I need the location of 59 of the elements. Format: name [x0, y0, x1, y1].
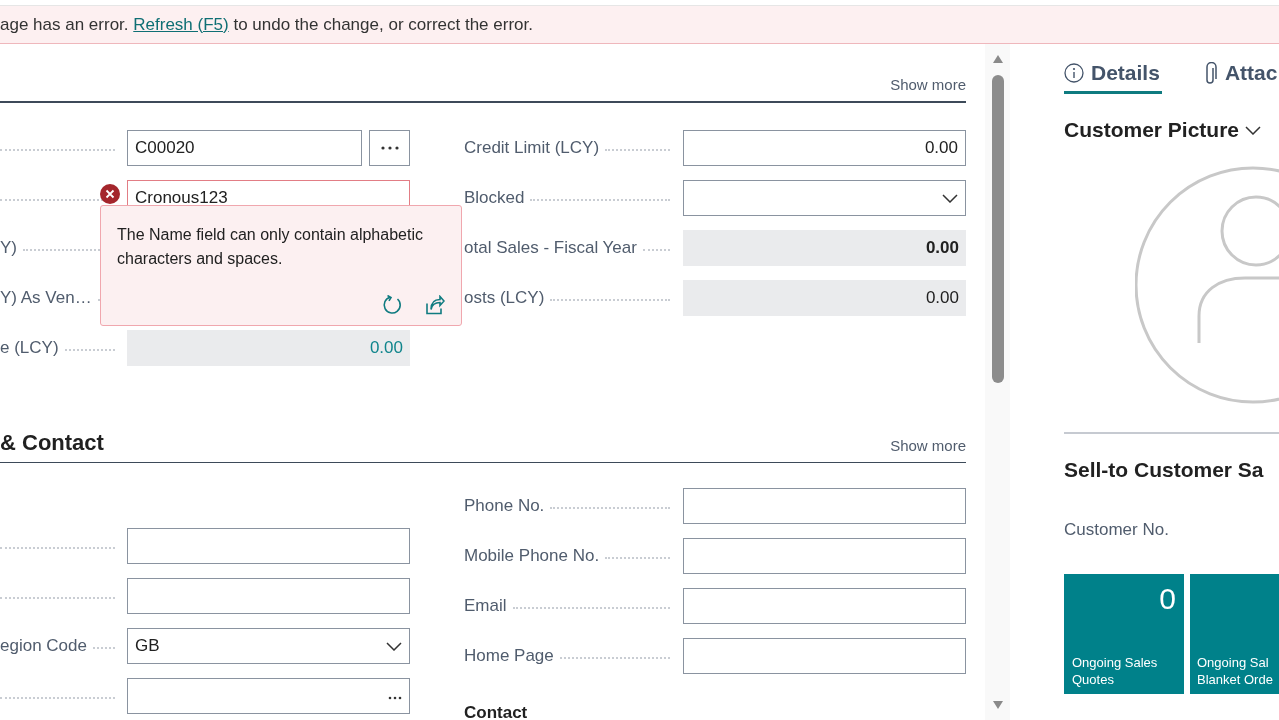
text-field[interactable]: 0.00: [683, 130, 966, 166]
cue-tile[interactable]: 0 Ongoing Sales Quotes: [1064, 574, 1184, 694]
panel-heading[interactable]: Customer Picture: [1064, 118, 1262, 142]
field-label: Mobile Phone No.: [464, 546, 600, 566]
field-label: Email: [464, 596, 507, 616]
show-more-link[interactable]: Show more: [890, 76, 966, 101]
scroll-down-icon[interactable]: [991, 700, 1004, 710]
lookup-field[interactable]: [127, 678, 410, 714]
value-link[interactable]: 0.00: [127, 330, 410, 366]
error-message: age has an error. Refresh (F5) to undo the change, or correct the error.: [0, 14, 533, 35]
error-text: The Name field can only contain alphabetic characters and spaces.: [117, 225, 424, 269]
chevron-down-icon: [1245, 125, 1262, 135]
text-field[interactable]: C00020: [127, 130, 362, 166]
error-icon: [100, 184, 120, 204]
share-icon[interactable]: [424, 295, 445, 315]
chevron-down-icon: [942, 193, 958, 203]
field-label: egion Code: [0, 636, 87, 656]
paperclip-icon: [1203, 61, 1218, 84]
field-label: Home Page: [464, 646, 554, 666]
ellipsis-icon: [388, 696, 402, 700]
group-heading: Contact: [464, 703, 528, 720]
text-field[interactable]: [127, 578, 410, 614]
field-label: Blocked: [464, 188, 525, 208]
field-label: osts (LCY): [464, 288, 545, 308]
person-silhouette-icon: [1135, 166, 1279, 406]
field-label: Customer No.: [1064, 520, 1170, 540]
read-only-value: 0.00: [683, 280, 966, 316]
dropdown-field[interactable]: GB: [127, 628, 410, 664]
dropdown-field[interactable]: [683, 180, 966, 216]
field-label: Y): [0, 238, 17, 258]
tile-label: Ongoing Sal Blanket Orde: [1197, 654, 1274, 688]
field-label: otal Sales - Fiscal Year: [464, 238, 637, 258]
field-label: Phone No.: [464, 496, 545, 516]
cue-tile[interactable]: Ongoing Sal Blanket Orde: [1190, 574, 1279, 694]
text-field[interactable]: [683, 538, 966, 574]
field-label: Credit Limit (LCY): [464, 138, 600, 158]
show-more-link[interactable]: Show more: [890, 437, 966, 462]
refresh-link[interactable]: Refresh (F5): [133, 14, 229, 34]
read-only-value: 0.00: [683, 230, 966, 266]
text-field[interactable]: [127, 528, 410, 564]
field-label: Y) As Ven…: [0, 288, 92, 308]
tile-count: 0: [1159, 582, 1176, 612]
ellipsis-icon: [379, 145, 400, 151]
scroll-up-icon[interactable]: [991, 54, 1004, 64]
tab[interactable]: Attac: [1203, 54, 1279, 94]
scroll-thumb[interactable]: [991, 75, 1004, 383]
scrollbar[interactable]: [985, 44, 1010, 720]
text-field[interactable]: [683, 488, 966, 524]
tab[interactable]: Details: [1064, 54, 1162, 94]
field-label: e (LCY): [0, 338, 59, 358]
text-field[interactable]: [683, 638, 966, 674]
info-icon: [1064, 62, 1084, 83]
more-button[interactable]: [369, 130, 410, 166]
section-title: & Contact: [0, 430, 104, 457]
text-field[interactable]: [683, 588, 966, 624]
refresh-icon[interactable]: [381, 295, 402, 315]
tile-label: Ongoing Sales Quotes: [1072, 654, 1159, 688]
chevron-down-icon: [386, 641, 402, 651]
panel-heading: Sell-to Customer Sa: [1064, 458, 1264, 482]
